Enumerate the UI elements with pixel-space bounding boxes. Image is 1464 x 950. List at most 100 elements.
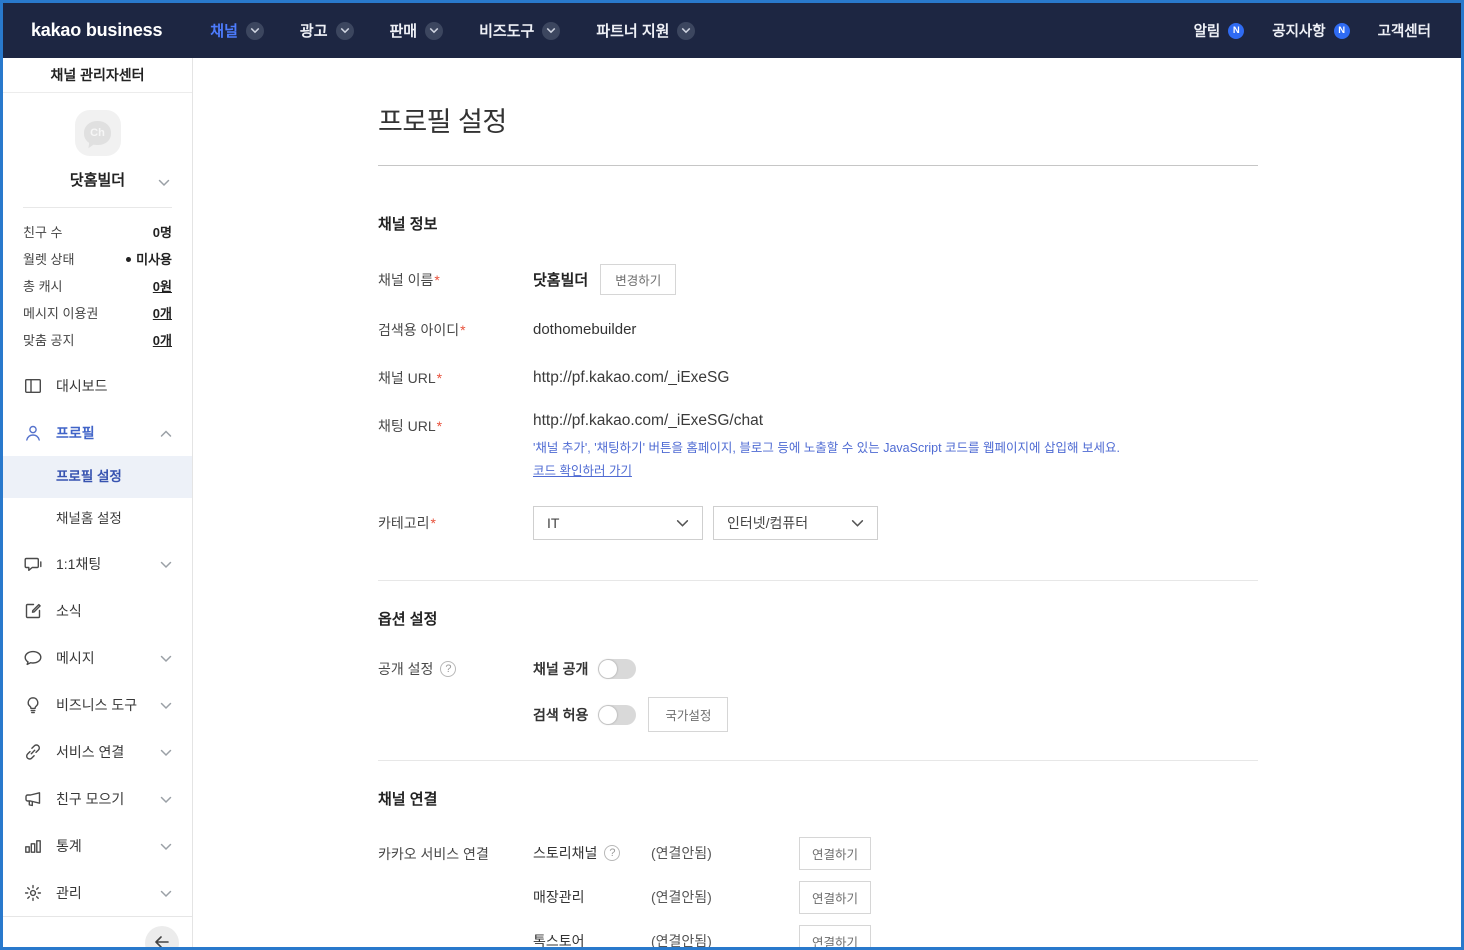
- help-question-icon[interactable]: ?: [440, 661, 456, 677]
- visibility-toggles: 채널 공개 검색 허용 국가설정: [533, 659, 728, 732]
- lightbulb-icon: [23, 695, 43, 715]
- channel-avatar[interactable]: Ch: [75, 110, 121, 156]
- sidebar-menu: 대시보드 프로필 프로필 설정 채널홈 설정: [3, 359, 192, 916]
- code-check-link[interactable]: 코드 확인하러 가기: [533, 460, 632, 479]
- connection-status: (연결안됨): [651, 887, 799, 907]
- search-allow-toggle[interactable]: [598, 705, 636, 725]
- sidebar-item-label: 통계: [56, 836, 82, 856]
- section-divider: [378, 580, 1258, 581]
- visibility-row: 공개 설정 ? 채널 공개 검색 허용 국가설정: [378, 659, 1258, 732]
- dashboard-icon: [23, 376, 43, 396]
- sidebar-subitem-profile-settings[interactable]: 프로필 설정: [3, 456, 192, 498]
- sidebar-item-gather-friends[interactable]: 친구 모으기: [3, 775, 192, 822]
- connect-button[interactable]: 연결하기: [799, 881, 871, 914]
- help-question-icon[interactable]: ?: [604, 845, 620, 861]
- category-main-select[interactable]: IT: [533, 506, 703, 540]
- field-label: 카카오 서비스 연결: [378, 839, 533, 864]
- nav-item-label: 비즈도구: [479, 20, 534, 41]
- gear-icon: [23, 883, 43, 903]
- sidebar-item-business-tools[interactable]: 비즈니스 도구: [3, 681, 192, 728]
- selected-value: IT: [547, 515, 559, 531]
- chat-url-value: http://pf.kakao.com/_iExeSG/chat: [533, 412, 1120, 430]
- link-icon: [23, 742, 43, 762]
- connection-status: (연결안됨): [651, 931, 799, 947]
- nav-item-label: 판매: [390, 20, 418, 41]
- field-label: 검색용 아이디*: [378, 320, 533, 340]
- required-mark: *: [437, 418, 442, 434]
- service-name: 스토리채널 ?: [533, 843, 651, 863]
- sidebar-item-management[interactable]: 관리: [3, 869, 192, 916]
- sidebar-item-label: 메시지: [56, 648, 95, 668]
- connect-button[interactable]: 연결하기: [799, 837, 871, 870]
- sidebar-item-news[interactable]: 소식: [3, 587, 192, 634]
- stat-value-link[interactable]: 0개: [153, 303, 172, 322]
- stat-value: 0명: [153, 222, 172, 241]
- chevron-down-icon: [542, 22, 560, 40]
- chevron-down-icon: [676, 519, 689, 528]
- stat-label: 친구 수: [23, 222, 63, 241]
- new-badge: N: [1228, 23, 1244, 39]
- nav-right: 알림 N 공지사항 N 고객센터: [1194, 20, 1431, 41]
- chat-url-group: http://pf.kakao.com/_iExeSG/chat '채널 추가'…: [533, 412, 1120, 480]
- kakao-business-logo[interactable]: kakao business: [31, 20, 162, 41]
- chat-url-row: 채팅 URL* http://pf.kakao.com/_iExeSG/chat…: [378, 412, 1258, 480]
- sidebar-item-profile[interactable]: 프로필: [3, 409, 192, 456]
- category-sub-select[interactable]: 인터넷/컴퓨터: [713, 506, 878, 540]
- channel-name-value: 닷홈빌더: [533, 269, 588, 290]
- top-navbar: kakao business 채널 광고 판매 비즈도: [3, 3, 1461, 58]
- sidebar-item-label: 서비스 연결: [56, 742, 124, 762]
- chevron-down-icon: [160, 885, 172, 901]
- nav-item-ads[interactable]: 광고: [300, 20, 354, 41]
- change-name-button[interactable]: 변경하기: [600, 264, 676, 295]
- nav-item-label: 광고: [300, 20, 328, 41]
- connect-item-story-channel: 스토리채널 ? (연결안됨) 연결하기: [533, 839, 871, 867]
- stat-value: 미사용: [126, 249, 172, 268]
- stat-wallet-status: 월렛 상태 미사용: [23, 249, 172, 268]
- stat-value-link[interactable]: 0개: [153, 330, 172, 349]
- sidebar-item-one-to-one-chat[interactable]: 1:1채팅: [3, 540, 192, 587]
- nav-item-biztools[interactable]: 비즈도구: [479, 20, 560, 41]
- field-label: 공개 설정 ?: [378, 659, 533, 679]
- nav-item-label: 파트너 지원: [596, 20, 669, 41]
- field-label: 카테고리*: [378, 513, 533, 533]
- nav-item-sales[interactable]: 판매: [390, 20, 444, 41]
- nav-item-channel[interactable]: 채널: [210, 20, 264, 41]
- nav-item-notice[interactable]: 공지사항 N: [1272, 20, 1349, 41]
- chevron-down-icon[interactable]: [158, 174, 170, 191]
- connect-item-store-management: 매장관리 (연결안됨) 연결하기: [533, 883, 871, 911]
- connection-status: (연결안됨): [651, 843, 799, 863]
- search-id-row: 검색용 아이디* dothomebuilder: [378, 316, 1258, 343]
- collapse-sidebar-button[interactable]: [145, 926, 179, 950]
- chevron-down-icon: [160, 791, 172, 807]
- sidebar-title: 채널 관리자센터: [3, 58, 192, 93]
- stat-total-cash: 총 캐시 0원: [23, 276, 172, 295]
- service-name: 톡스토어: [533, 931, 651, 947]
- sidebar-item-statistics[interactable]: 통계: [3, 822, 192, 869]
- field-label: 채널 이름*: [378, 270, 533, 290]
- sidebar-profile: Ch 닷홈빌더: [3, 93, 192, 190]
- country-settings-button[interactable]: 국가설정: [648, 697, 728, 732]
- speech-bubble-icon: [23, 648, 43, 668]
- sidebar-item-message[interactable]: 메시지: [3, 634, 192, 681]
- stat-label: 메시지 이용권: [23, 303, 98, 322]
- sidebar-item-service-connect[interactable]: 서비스 연결: [3, 728, 192, 775]
- stat-value-link[interactable]: 0원: [153, 276, 172, 295]
- stat-message-credit: 메시지 이용권 0개: [23, 303, 172, 322]
- chevron-up-icon: [160, 425, 172, 441]
- nav-item-help-center[interactable]: 고객센터: [1378, 20, 1431, 41]
- chevron-down-icon: [246, 22, 264, 40]
- channel-name-row[interactable]: 닷홈빌더: [3, 169, 192, 190]
- connect-button[interactable]: 연결하기: [799, 925, 871, 947]
- nav-item-label: 고객센터: [1378, 20, 1431, 41]
- sidebar-item-dashboard[interactable]: 대시보드: [3, 362, 192, 409]
- nav-item-partner-support[interactable]: 파트너 지원: [596, 20, 695, 41]
- channel-public-toggle[interactable]: [598, 659, 636, 679]
- field-label: 채팅 URL*: [378, 412, 533, 436]
- sidebar-item-label: 대시보드: [56, 376, 108, 396]
- sidebar-item-label: 비즈니스 도구: [56, 695, 137, 715]
- chevron-down-icon: [851, 519, 864, 528]
- nav-item-alerts[interactable]: 알림 N: [1194, 20, 1245, 41]
- person-icon: [23, 423, 43, 443]
- service-name: 매장관리: [533, 887, 651, 907]
- sidebar-subitem-channel-home-settings[interactable]: 채널홈 설정: [3, 498, 192, 540]
